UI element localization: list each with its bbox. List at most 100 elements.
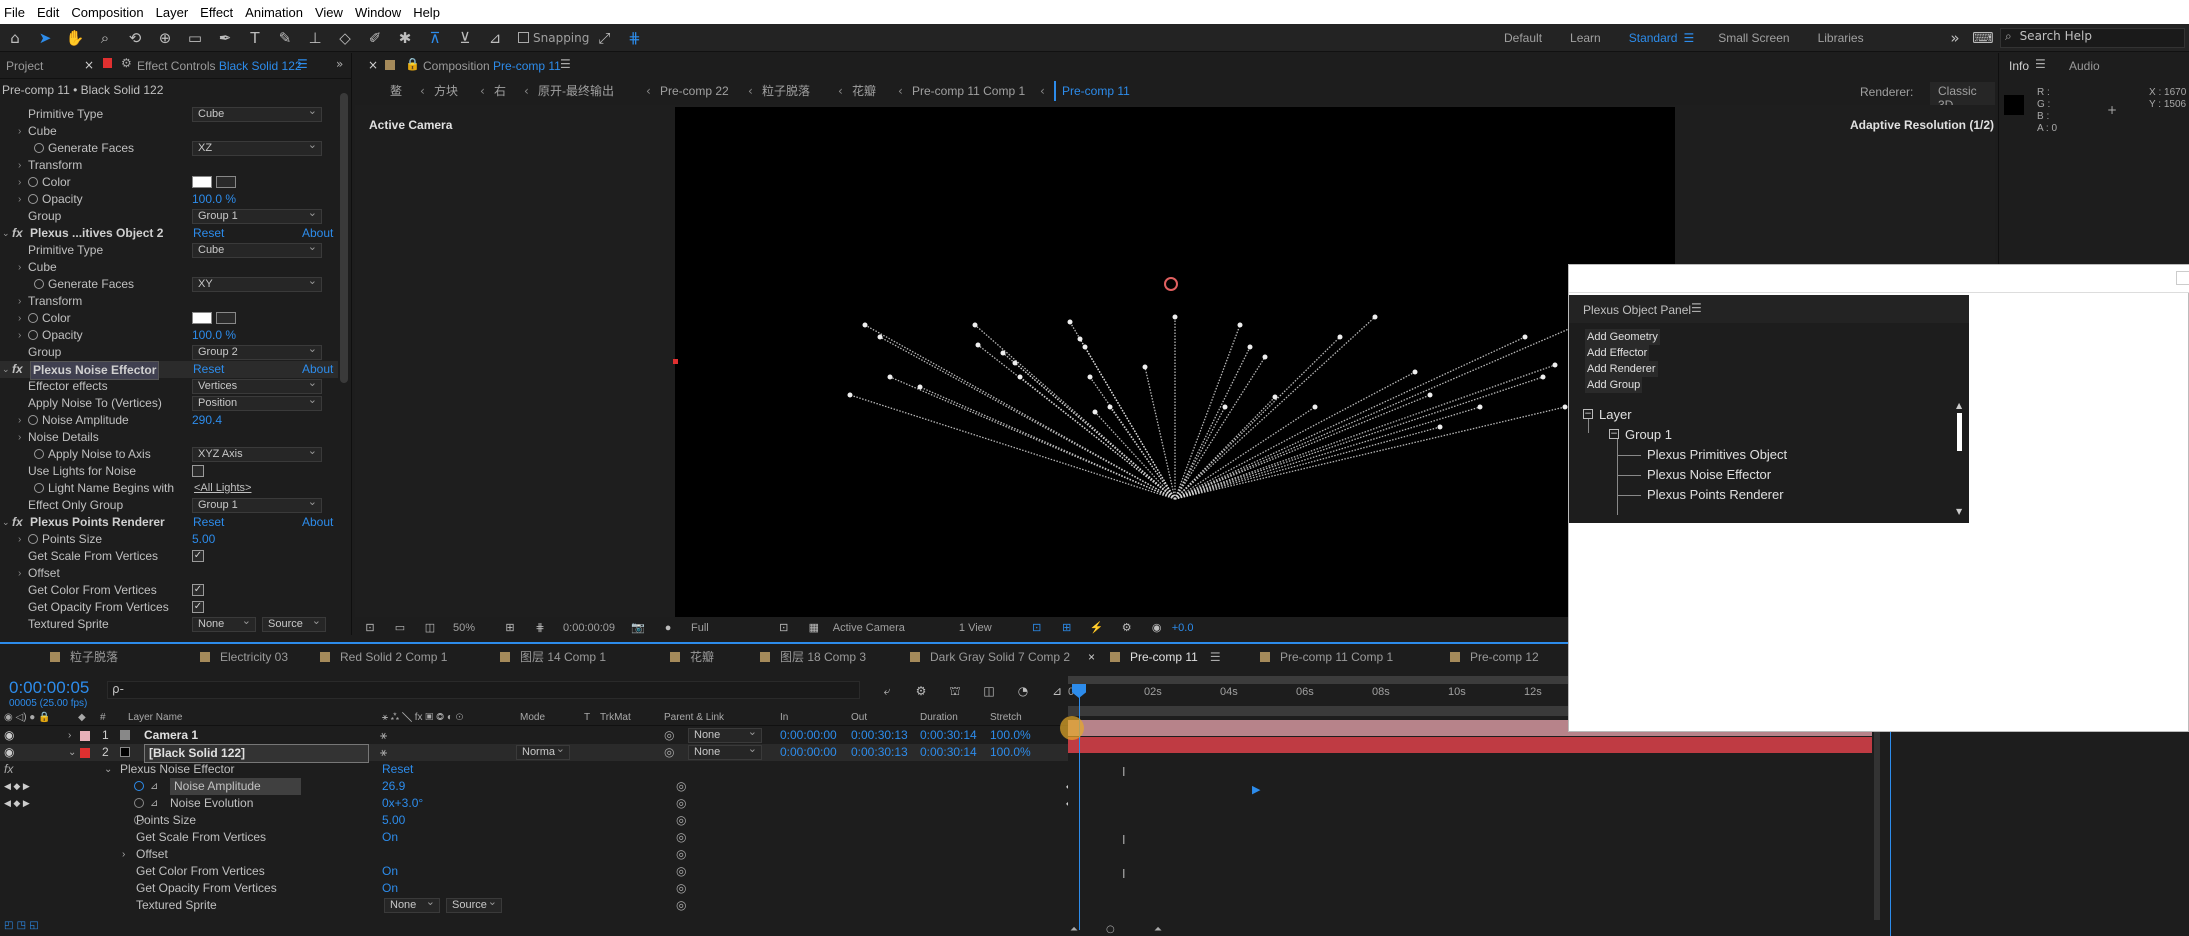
expand-triangle-icon[interactable]: › — [18, 157, 21, 174]
timeline-scrollbar[interactable] — [1874, 720, 1880, 920]
ec-row-plexus-itives-object-2[interactable]: ⌄ fx Plexus ...itives Object 2 Reset About — [0, 225, 338, 242]
ec-row-plexus-points-renderer[interactable]: ⌄ fx Plexus Points Renderer Reset About — [0, 514, 338, 531]
camera-snapshot-icon[interactable]: 📷 — [627, 618, 649, 638]
hand-tool-icon[interactable]: ✋ — [64, 28, 86, 48]
checkbox[interactable]: ✓ — [192, 601, 204, 613]
out-time[interactable]: 0:00:30:13 — [851, 744, 908, 761]
layer-bar-black-solid[interactable] — [1068, 737, 1872, 753]
eyedropper-icon[interactable] — [216, 176, 236, 188]
property-row[interactable]: ◀ ◆ ▶⊿Noise Evolution0x+3.0°◎◆ — [0, 795, 1072, 812]
out-time[interactable]: 0:00:30:13 — [851, 727, 908, 744]
tab-electricity-03[interactable]: Electricity 03 — [200, 644, 288, 670]
axis-world-icon[interactable]: ⊻ — [454, 28, 476, 48]
pickwhip-icon[interactable]: ◎ — [664, 727, 674, 744]
close-icon[interactable]: × — [368, 58, 378, 72]
dropdown[interactable]: None — [384, 896, 440, 913]
pen-tool-icon[interactable]: ✒ — [214, 28, 236, 48]
expand-triangle-icon[interactable]: › — [18, 565, 21, 582]
checkbox[interactable] — [192, 465, 204, 477]
plexus-tree-item[interactable]: Plexus Primitives Object — [1647, 447, 1787, 462]
property-row[interactable]: › Offset ◎ — [0, 846, 1070, 863]
anchor-point-marker[interactable] — [673, 359, 678, 364]
col-out[interactable]: Out — [851, 710, 867, 726]
effect-name[interactable]: Plexus Points Renderer — [30, 514, 165, 531]
property-value[interactable]: 26.9 — [382, 778, 405, 795]
expand-triangle-icon[interactable]: › — [18, 327, 21, 344]
stopwatch-icon[interactable] — [134, 798, 144, 808]
plexus-tree-item[interactable]: Plexus Noise Effector — [1647, 467, 1771, 482]
color-swatch[interactable] — [192, 312, 212, 324]
expression-pickwhip-icon[interactable]: ◎ — [676, 795, 686, 812]
plexus-tree-item[interactable]: Layer — [1599, 407, 1632, 422]
workspace-standard[interactable]: Standard — [1629, 31, 1678, 45]
stopwatch-icon[interactable] — [34, 279, 44, 289]
parent-dropdown[interactable]: None — [688, 726, 762, 743]
col-parent[interactable]: Parent & Link — [664, 710, 724, 726]
graph-editor-icon[interactable]: ⊿ — [1046, 681, 1068, 701]
fast-previews-icon[interactable]: ⚡ — [1086, 618, 1108, 638]
in-time[interactable]: 0:00:00:00 — [780, 744, 837, 761]
ec-row-offset[interactable]: › Offset — [0, 565, 338, 582]
tab-info[interactable]: Info — [2009, 59, 2029, 73]
about-link[interactable]: About — [302, 361, 333, 378]
col-layer-name[interactable]: Layer Name — [128, 710, 182, 726]
plexus-add-group-button[interactable]: Add Group — [1585, 377, 1643, 393]
zoom-in-icon[interactable]: ⏶ — [1154, 924, 1162, 935]
always-preview-icon[interactable]: ⊡ — [359, 618, 381, 638]
monitor-icon[interactable]: ▭ — [389, 618, 411, 638]
stopwatch-icon[interactable] — [28, 330, 38, 340]
property-value[interactable]: 100.0 % — [192, 327, 236, 344]
home-icon[interactable]: ⌂ — [4, 28, 26, 48]
comp-timecode[interactable]: 0:00:00:09 — [563, 622, 615, 634]
comp-flowchart-icon[interactable]: ⤶ — [876, 681, 898, 701]
graph-icon[interactable]: ⊿ — [150, 778, 158, 795]
expression-pickwhip-icon[interactable]: ◎ — [676, 897, 686, 914]
reset-link[interactable]: Reset — [193, 514, 224, 531]
expand-triangle-icon[interactable]: › — [18, 174, 21, 191]
stopwatch-icon[interactable] — [28, 534, 38, 544]
snap-options-icon[interactable]: ⤢ — [593, 28, 615, 48]
transparency-icon[interactable]: ▦ — [803, 618, 825, 638]
type-tool-icon[interactable]: T — [244, 28, 266, 48]
visibility-eye-icon[interactable]: ◉ — [4, 727, 14, 744]
rectangle-tool-icon[interactable]: ▭ — [184, 28, 206, 48]
property-row[interactable]: Get Scale From Vertices On ◎ — [0, 829, 1070, 846]
ec-row-cube[interactable]: › Cube — [0, 259, 338, 276]
tab-pre-comp-11-comp-1[interactable]: Pre-comp 11 Comp 1 — [1260, 644, 1393, 670]
reset-exposure-icon[interactable]: ◉ — [1146, 618, 1168, 638]
expand-triangle-icon[interactable]: ⌄ — [104, 761, 112, 778]
zoom-select[interactable]: 50% — [453, 622, 475, 634]
menu-edit[interactable]: Edit — [33, 5, 67, 20]
layer-switch-icon[interactable]: ⚹ — [380, 744, 387, 761]
scroll-down-icon[interactable]: ▼ — [1956, 507, 1962, 516]
link-value[interactable]: <All Lights> — [194, 480, 251, 497]
graph-icon[interactable]: ⊿ — [150, 795, 158, 812]
about-link[interactable]: About — [302, 514, 333, 531]
checkbox[interactable]: ✓ — [192, 584, 204, 596]
ec-row-noise-details[interactable]: › Noise Details — [0, 429, 338, 446]
expand-triangle-icon[interactable]: ⌄ — [2, 361, 10, 378]
breadcrumb-item[interactable]: 右 — [494, 81, 506, 101]
workspace-learn[interactable]: Learn — [1570, 31, 1601, 45]
plexus-add-renderer-button[interactable]: Add Renderer — [1585, 361, 1658, 377]
dropdown[interactable]: XY — [192, 275, 322, 292]
stopwatch-icon[interactable] — [134, 781, 144, 791]
selection-tool-icon[interactable]: ➤ — [34, 28, 56, 48]
brush-tool-icon[interactable]: ✎ — [274, 28, 296, 48]
expression-pickwhip-icon[interactable]: ◎ — [676, 880, 686, 897]
expand-triangle-icon[interactable]: › — [18, 123, 21, 140]
breadcrumb-item[interactable]: Pre-comp 11 Comp 1 — [912, 81, 1025, 101]
zoom-out-icon[interactable]: ⏶ — [1070, 924, 1078, 935]
snapshot-icon[interactable]: ◫ — [419, 618, 441, 638]
stopwatch-icon[interactable] — [28, 313, 38, 323]
eraser-tool-icon[interactable]: ◇ — [334, 28, 356, 48]
expand-triangle-icon[interactable]: › — [68, 727, 71, 744]
eyedropper-icon[interactable] — [216, 312, 236, 324]
dropdown[interactable]: Cube — [192, 106, 322, 122]
lock-icon[interactable]: 🔒 — [405, 57, 420, 71]
panel-menu-icon[interactable]: ☰ — [1210, 650, 1221, 664]
plexus-add-geometry-button[interactable]: Add Geometry — [1585, 329, 1660, 345]
reset-link[interactable]: Reset — [193, 225, 224, 242]
dropdown[interactable]: Position — [192, 394, 322, 411]
panel-menu-icon[interactable]: ☰ — [2035, 57, 2046, 71]
